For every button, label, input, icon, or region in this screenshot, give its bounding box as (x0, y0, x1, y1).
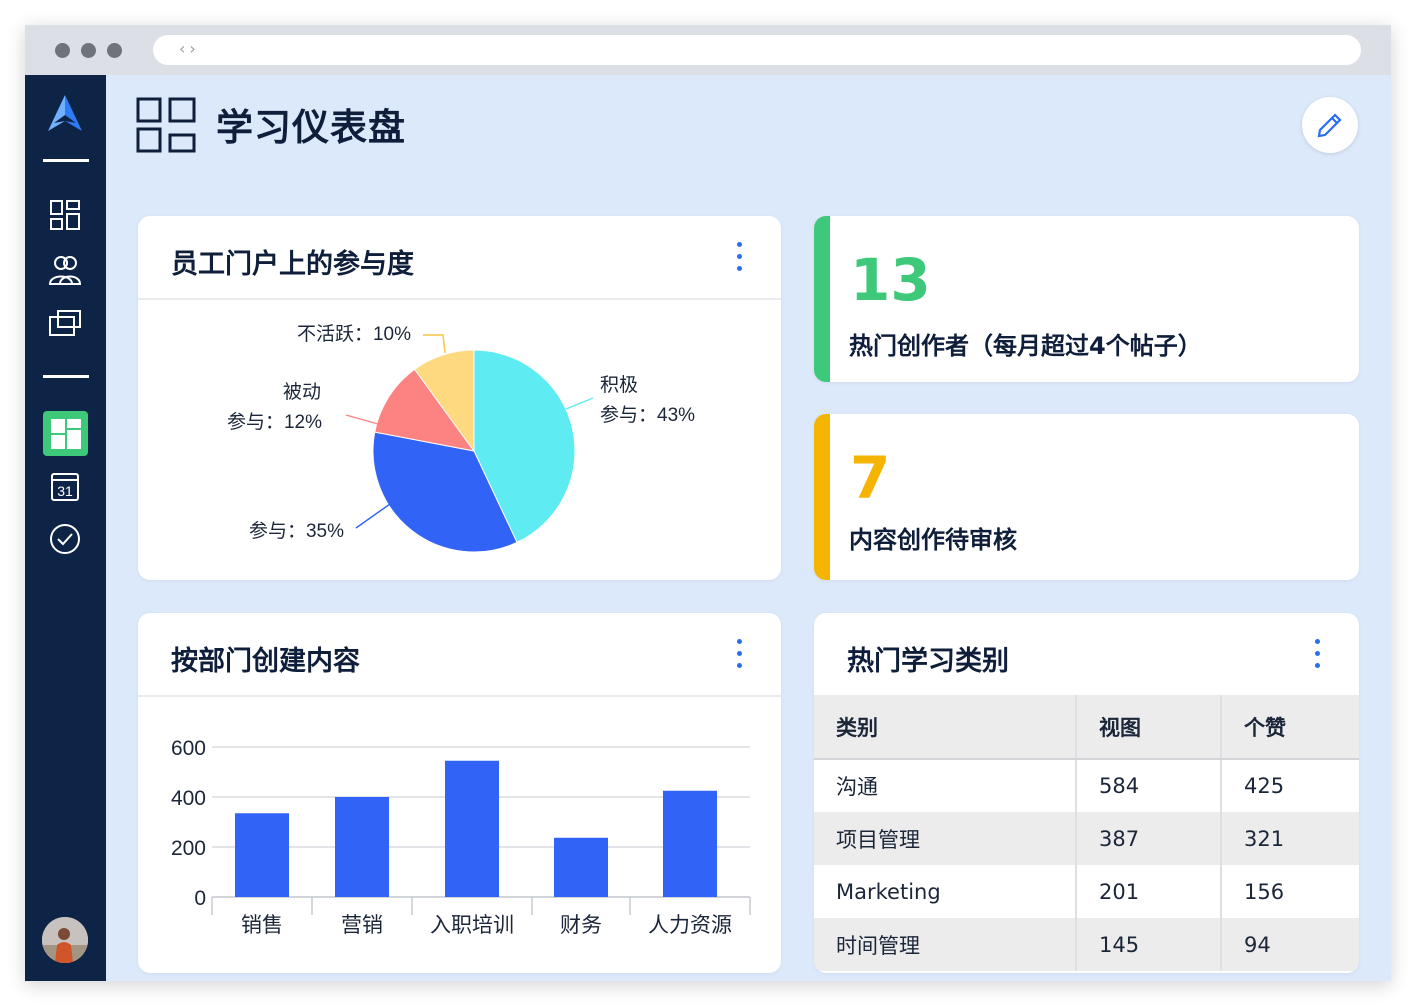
bar[interactable] (445, 760, 499, 897)
department-content-card: 按部门创建内容 0 200 400 600 销售 营销 入职培训 财务 人力资源 (138, 613, 781, 973)
cell-category: 沟通 (836, 775, 878, 799)
cell-likes: 156 (1220, 865, 1359, 918)
stat-card-review: 7 内容创作待审核 (814, 414, 1359, 580)
cell-category: 项目管理 (814, 812, 1076, 865)
categories-table: 类别 视图 个赞 沟通 584 425 项目管理 387 321 Marketi… (814, 695, 1359, 971)
table-header-row: 类别 视图 个赞 (814, 695, 1359, 760)
pie-data-label: 不活跃：10% (297, 323, 411, 345)
cell-category: 时间管理 (814, 918, 1076, 971)
dashboard-grid-icon[interactable] (45, 195, 85, 235)
window-minimize-dot[interactable] (81, 43, 96, 58)
app-logo-icon[interactable] (45, 93, 85, 133)
page-title-icon (136, 97, 196, 157)
pie-data-label: 参与：43% (600, 404, 695, 426)
table-row[interactable]: 时间管理 145 94 (814, 918, 1359, 971)
stat-value: 13 (850, 246, 931, 314)
stat-value: 7 (850, 444, 891, 512)
department-bar-chart: 0 200 400 600 销售 营销 入职培训 财务 人力资源 (171, 737, 751, 937)
sidebar: 31 (25, 75, 106, 981)
pie-data-label: 参与：12% (227, 411, 322, 433)
bar[interactable] (554, 837, 608, 897)
engagement-card: 员工门户上的参与度 不活跃：10% 被动参与：12% 参与：35% 积极参与：43% (138, 216, 781, 580)
check-circle-icon[interactable] (45, 519, 85, 559)
column-header-likes[interactable]: 个赞 (1220, 695, 1359, 760)
layout-icon (50, 418, 81, 449)
cell-likes: 94 (1220, 918, 1359, 971)
cell-views: 387 (1075, 812, 1221, 865)
x-tick-label: 入职培训 (430, 914, 514, 937)
table-row[interactable]: 项目管理 387 321 (814, 812, 1359, 865)
more-options-icon[interactable] (737, 639, 745, 675)
cell-views: 584 (1075, 759, 1221, 812)
cell-category: Marketing (836, 879, 941, 904)
column-header-views[interactable]: 视图 (1075, 695, 1221, 760)
pie-data-label: 被动 (283, 381, 321, 403)
user-avatar[interactable] (42, 917, 88, 963)
card-title: 按部门创建内容 (171, 646, 360, 677)
cell-likes: 321 (1220, 812, 1359, 865)
y-tick-label: 600 (171, 737, 206, 760)
users-icon[interactable] (45, 250, 85, 290)
stat-label: 热门创作者（每月超过4个帖子） (849, 332, 1202, 360)
pie-leader-line (345, 414, 379, 425)
bar[interactable] (663, 790, 717, 897)
sidebar-divider (43, 159, 89, 162)
page-title: 学习仪表盘 (216, 106, 406, 149)
window-close-dot[interactable] (55, 43, 70, 58)
sidebar-divider (43, 375, 89, 378)
pie-data-label: 积极 (600, 374, 638, 396)
browser-window: ‹› 31 学习仪表盘 员工门户上的参与度 不活跃：10% 被动 参与：12% … (25, 25, 1391, 981)
stat-accent-bar (814, 414, 830, 580)
briefcase-icon[interactable] (45, 303, 85, 343)
table-row[interactable]: 沟通 584 425 (814, 759, 1359, 812)
edit-button[interactable] (1302, 97, 1358, 153)
card-title: 热门学习类别 (847, 646, 1009, 677)
window-maximize-dot[interactable] (107, 43, 122, 58)
main-content: 学习仪表盘 员工门户上的参与度 不活跃：10% 被动参与：12% 参与：35% 积极参… (106, 75, 1391, 981)
stat-accent-bar (814, 216, 830, 382)
calendar-icon[interactable]: 31 (45, 466, 85, 506)
sidebar-item-dashboard-active[interactable] (43, 411, 88, 456)
pencil-icon (1317, 113, 1342, 138)
table-row[interactable]: Marketing 201 156 (814, 865, 1359, 918)
cell-likes: 425 (1220, 759, 1359, 812)
x-tick-label: 销售 (241, 914, 283, 937)
bar[interactable] (235, 813, 289, 897)
engagement-pie-chart: 不活跃：10% 被动参与：12% 参与：35% 积极参与：43% (227, 323, 695, 553)
x-tick-label: 营销 (341, 914, 383, 937)
stat-card-creators: 13 热门创作者（每月超过4个帖子） (814, 216, 1359, 382)
cell-views: 145 (1075, 918, 1221, 971)
pie-leader-line (565, 397, 594, 410)
y-tick-label: 200 (171, 837, 206, 860)
cell-views: 201 (1075, 865, 1221, 918)
x-tick-label: 人力资源 (648, 914, 732, 937)
stat-label: 内容创作待审核 (849, 526, 1017, 554)
more-options-icon[interactable] (1315, 639, 1323, 675)
x-tick-label: 财务 (560, 914, 602, 937)
column-header-category[interactable]: 类别 (814, 695, 1076, 760)
card-title: 员工门户上的参与度 (171, 249, 414, 280)
y-tick-label: 0 (194, 887, 206, 910)
address-bar[interactable]: ‹› (153, 35, 1361, 65)
pie-leader-line (355, 503, 391, 529)
more-options-icon[interactable] (737, 242, 745, 278)
back-forward-icon[interactable]: ‹› (179, 39, 200, 58)
pie-data-label: 参与：35% (249, 520, 344, 542)
pie-leader-line (423, 334, 446, 354)
learning-categories-card: 热门学习类别 类别 视图 个赞 沟通 584 425 项目管理 387 321 … (814, 613, 1359, 973)
y-tick-label: 400 (171, 787, 206, 810)
bar[interactable] (335, 797, 389, 897)
svg-text:31: 31 (57, 483, 73, 499)
browser-titlebar: ‹› (25, 25, 1391, 75)
